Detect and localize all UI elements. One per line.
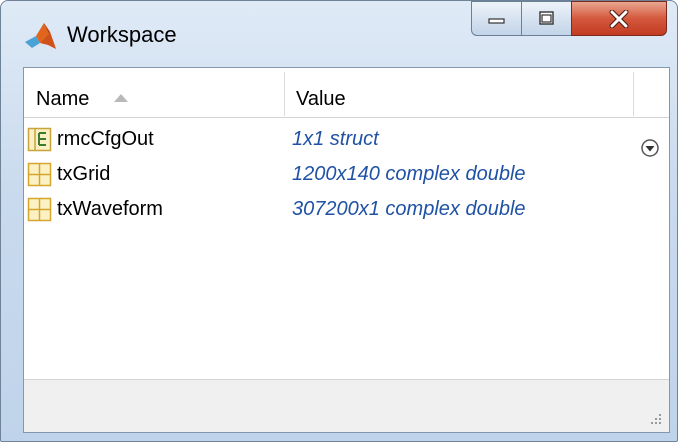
close-button[interactable] [571,1,667,36]
workspace-window: Workspace Name Value rmcCfgOut 1x1 struc… [0,0,678,442]
variable-value: 307200x1 complex double [292,198,526,220]
minimize-button[interactable] [471,1,522,36]
close-icon [609,9,629,28]
window-title: Workspace [67,22,177,47]
matrix-icon [27,197,52,222]
struct-icon [27,127,52,152]
table-row[interactable]: txWaveform 307200x1 complex double [24,192,669,227]
actions-dropdown-icon[interactable] [640,138,660,158]
sort-ascending-icon [114,94,128,102]
matrix-icon [27,162,52,187]
matlab-logo-icon [25,23,56,49]
variable-name: txGrid [57,163,111,185]
minimize-icon [487,17,505,24]
variable-value: 1x1 struct [292,128,379,150]
name-column-header[interactable]: Name [36,88,89,111]
value-column-header[interactable]: Value [296,88,346,111]
variable-value: 1200x140 complex double [292,163,526,185]
maximize-button[interactable] [521,1,572,36]
variable-name: rmcCfgOut [57,128,154,150]
workspace-browser: Name Value rmcCfgOut 1x1 struct txGrid 1… [23,67,670,433]
status-bar [24,379,669,432]
table-header: Name Value [24,68,669,118]
resize-grip-icon[interactable] [647,410,663,426]
maximize-icon [538,10,554,25]
column-divider[interactable] [284,72,285,116]
variable-name: txWaveform [57,198,163,220]
column-divider[interactable] [633,72,634,116]
table-row[interactable]: rmcCfgOut 1x1 struct [24,122,669,157]
table-row[interactable]: txGrid 1200x140 complex double [24,157,669,192]
title-bar[interactable]: Workspace [1,1,677,67]
